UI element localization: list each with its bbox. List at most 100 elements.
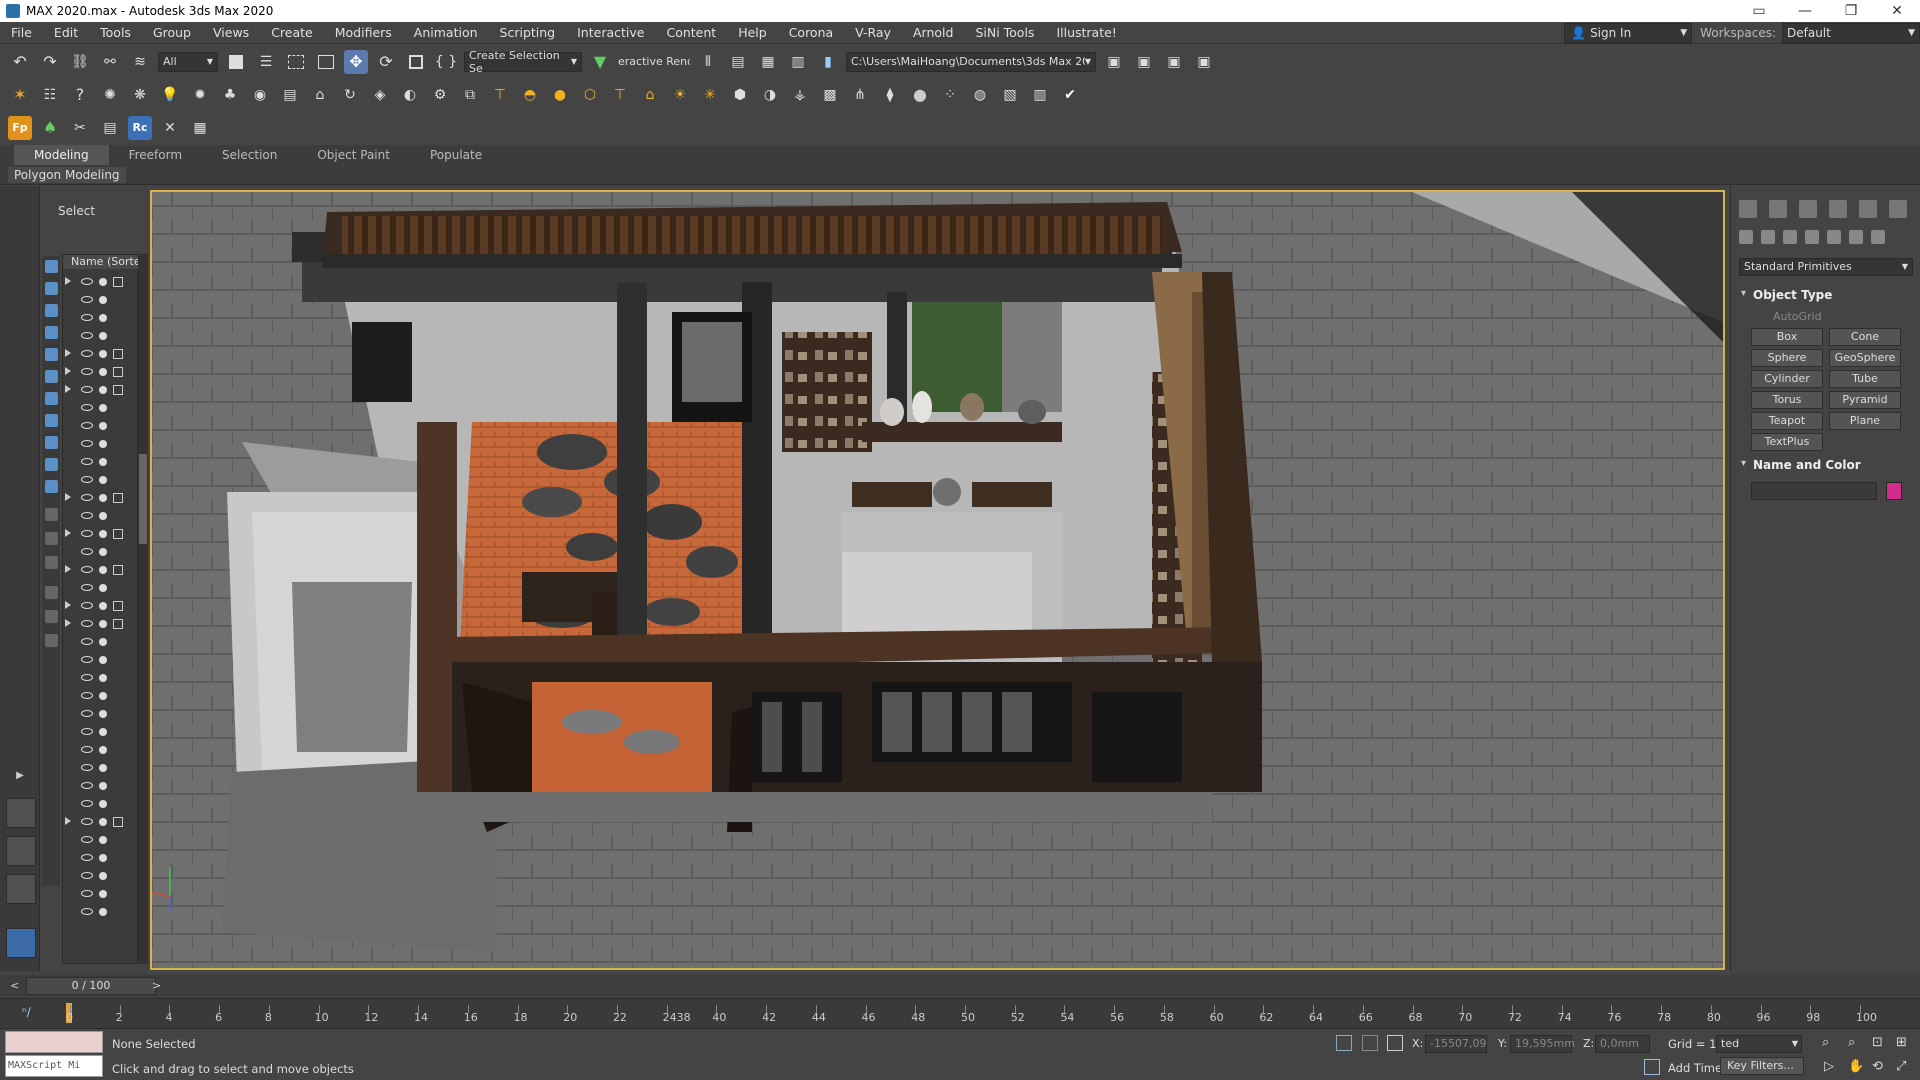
visibility-eye-icon[interactable] bbox=[81, 692, 93, 699]
expand-arrow-icon[interactable] bbox=[65, 385, 71, 393]
name-color-rollout[interactable]: Name and Color bbox=[1739, 458, 1913, 476]
mesh-icon[interactable]: ▩ bbox=[818, 83, 842, 107]
display-containers-icon[interactable] bbox=[45, 458, 58, 471]
material-icon[interactable]: ◈ bbox=[368, 83, 392, 107]
orbit-icon[interactable]: ⟲ bbox=[1872, 1059, 1883, 1074]
tab-selection[interactable]: Selection bbox=[202, 145, 297, 165]
list-item[interactable] bbox=[63, 867, 139, 885]
mirror-icon[interactable]: ⫴ bbox=[696, 50, 720, 74]
freeze-dot-icon[interactable] bbox=[99, 530, 107, 538]
list-item[interactable] bbox=[63, 579, 139, 597]
interactive-render-label[interactable]: eractive Rend bbox=[618, 55, 690, 68]
freeze-dot-icon[interactable] bbox=[99, 422, 107, 430]
visibility-eye-icon[interactable] bbox=[81, 728, 93, 735]
object-type-rollout[interactable]: Object Type bbox=[1739, 288, 1913, 306]
motion-tab-icon[interactable] bbox=[1829, 200, 1847, 218]
display-lights-icon[interactable] bbox=[45, 304, 58, 317]
create-tab-icon[interactable] bbox=[1739, 200, 1757, 218]
list-item[interactable] bbox=[63, 777, 139, 795]
cube-icon[interactable]: ⬢ bbox=[728, 83, 752, 107]
visibility-eye-icon[interactable] bbox=[81, 638, 93, 645]
viewport-layout-active[interactable] bbox=[6, 928, 36, 958]
visibility-eye-icon[interactable] bbox=[81, 548, 93, 555]
freeze-dot-icon[interactable] bbox=[99, 800, 107, 808]
expand-arrow-icon[interactable] bbox=[65, 601, 71, 609]
visibility-eye-icon[interactable] bbox=[81, 674, 93, 681]
render-frame-icon[interactable]: ⧉ bbox=[458, 83, 482, 107]
ref-coord-icon[interactable]: { } bbox=[434, 50, 458, 74]
bind-space-warp-icon[interactable]: ≋ bbox=[128, 50, 152, 74]
freeze-dot-icon[interactable] bbox=[99, 350, 107, 358]
teapot-button[interactable]: Teapot bbox=[1751, 412, 1823, 430]
viewport-layout-2[interactable] bbox=[6, 836, 36, 866]
object-name-field[interactable] bbox=[1751, 482, 1877, 500]
grass-icon[interactable]: ⋔ bbox=[848, 83, 872, 107]
expand-arrow-icon[interactable] bbox=[65, 349, 71, 357]
time-next-button[interactable]: > bbox=[152, 979, 161, 992]
expand-arrow-icon[interactable] bbox=[65, 817, 71, 825]
visibility-eye-icon[interactable] bbox=[81, 746, 93, 753]
visibility-eye-icon[interactable] bbox=[81, 332, 93, 339]
list-item[interactable] bbox=[63, 759, 139, 777]
spot-light-icon[interactable]: ⊤ bbox=[608, 83, 632, 107]
wrench-icon[interactable]: ✕ bbox=[158, 116, 182, 140]
freeze-dot-icon[interactable] bbox=[99, 854, 107, 862]
freeze-dot-icon[interactable] bbox=[99, 296, 107, 304]
tab-modeling[interactable]: Modeling bbox=[14, 145, 109, 165]
menu-help[interactable]: Help bbox=[727, 25, 778, 40]
menu-content[interactable]: Content bbox=[655, 25, 727, 40]
list-item[interactable] bbox=[63, 507, 139, 525]
menu-interactive[interactable]: Interactive bbox=[566, 25, 655, 40]
freeze-dot-icon[interactable] bbox=[99, 710, 107, 718]
align-icon[interactable]: ▤ bbox=[726, 50, 750, 74]
expand-arrow-icon[interactable] bbox=[65, 619, 71, 627]
key-mode-dropdown[interactable]: ted ▼ bbox=[1716, 1035, 1802, 1053]
freeze-dot-icon[interactable] bbox=[99, 728, 107, 736]
maxscript-listener[interactable] bbox=[5, 1031, 103, 1053]
absolute-mode-icon[interactable] bbox=[1387, 1035, 1403, 1051]
torus-button[interactable]: Torus bbox=[1751, 391, 1823, 409]
freeze-dot-icon[interactable] bbox=[99, 566, 107, 574]
object-color-swatch[interactable] bbox=[1886, 482, 1902, 500]
textplus-button[interactable]: TextPlus bbox=[1751, 433, 1823, 451]
visibility-eye-icon[interactable] bbox=[81, 764, 93, 771]
refresh-icon[interactable]: ↻ bbox=[338, 83, 362, 107]
visibility-eye-icon[interactable] bbox=[81, 386, 93, 393]
sphere-light-icon[interactable]: ● bbox=[548, 83, 572, 107]
menu-animation[interactable]: Animation bbox=[403, 25, 489, 40]
list-item[interactable] bbox=[63, 687, 139, 705]
freeze-dot-icon[interactable] bbox=[99, 476, 107, 484]
list-item[interactable] bbox=[63, 381, 139, 399]
menu-group[interactable]: Group bbox=[142, 25, 202, 40]
workspace-select[interactable]: Default ▼ bbox=[1782, 23, 1920, 43]
freeze-dot-icon[interactable] bbox=[99, 512, 107, 520]
x-coordinate[interactable]: -15507,09 bbox=[1425, 1035, 1487, 1053]
display-cameras-icon[interactable] bbox=[45, 326, 58, 339]
geosphere-icon[interactable]: ⬡ bbox=[578, 83, 602, 107]
visibility-eye-icon[interactable] bbox=[81, 782, 93, 789]
recent-projects-icon[interactable]: ▣ bbox=[1162, 50, 1186, 74]
help-icon[interactable]: ? bbox=[68, 83, 92, 107]
expand-arrow-icon[interactable] bbox=[65, 565, 71, 573]
list-item[interactable] bbox=[63, 903, 139, 921]
freeze-dot-icon[interactable] bbox=[99, 908, 107, 916]
tube-button[interactable]: Tube bbox=[1829, 370, 1901, 388]
list-item[interactable] bbox=[63, 273, 139, 291]
scrollbar-thumb[interactable] bbox=[139, 454, 147, 544]
selection-lock-icon[interactable] bbox=[1362, 1035, 1378, 1051]
freeze-dot-icon[interactable] bbox=[99, 692, 107, 700]
menu-sini-tools[interactable]: SiNi Tools bbox=[964, 25, 1045, 40]
maxscript-mini-listener[interactable]: MAXScript Mi bbox=[5, 1055, 103, 1077]
visibility-eye-icon[interactable] bbox=[81, 278, 93, 285]
scene-states-icon[interactable]: ✶ bbox=[8, 83, 32, 107]
list-item[interactable] bbox=[63, 723, 139, 741]
box-button[interactable]: Box bbox=[1751, 328, 1823, 346]
sign-in-button[interactable]: 👤 Sign In ▼ bbox=[1564, 23, 1693, 43]
visibility-eye-icon[interactable] bbox=[81, 458, 93, 465]
vray-proxy-icon[interactable]: ❋ bbox=[128, 83, 152, 107]
project-path-dropdown[interactable]: C:\Users\MaiHoang\Documents\3ds Max 2020… bbox=[846, 51, 1096, 72]
freeze-dot-icon[interactable] bbox=[99, 620, 107, 628]
menu-arnold[interactable]: Arnold bbox=[902, 25, 964, 40]
space-warps-icon[interactable] bbox=[1849, 230, 1863, 244]
tree-icon[interactable]: ♣ bbox=[218, 83, 242, 107]
